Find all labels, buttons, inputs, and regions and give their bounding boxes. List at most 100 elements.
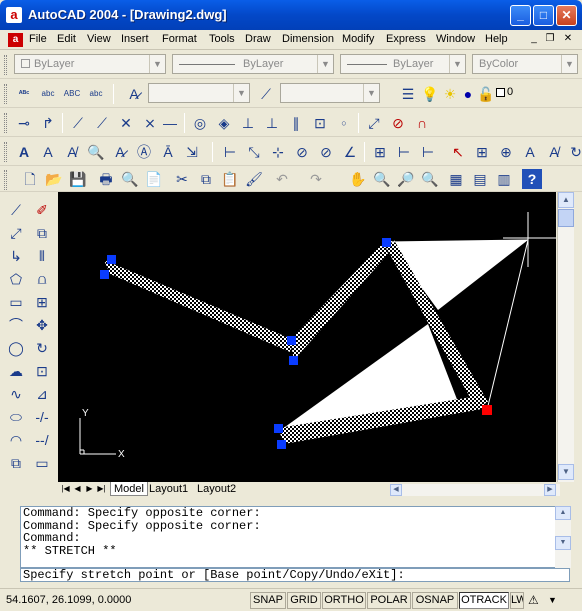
toolbar-grip[interactable]: [4, 142, 7, 162]
snap-apparent-intersection-icon[interactable]: ⨯: [140, 113, 160, 133]
polyline-segment[interactable]: [290, 242, 388, 360]
dimension-update-icon[interactable]: ↻: [566, 142, 582, 162]
snap-toggle[interactable]: SNAP: [250, 592, 286, 609]
plot-icon[interactable]: 🖶: [96, 169, 116, 189]
redo-icon[interactable]: ↷: [306, 169, 326, 189]
menu-insert[interactable]: Insert: [121, 33, 149, 45]
rotate-icon[interactable]: ↻: [32, 338, 52, 358]
text-icon[interactable]: A: [38, 142, 58, 162]
new-drawing-icon[interactable]: 🗋: [20, 169, 40, 189]
lwt-toggle[interactable]: LWT: [510, 592, 524, 609]
title-bar[interactable]: a AutoCAD 2004 - [Drawing2.dwg] _ □ ✕: [0, 0, 582, 30]
edit-text-icon[interactable]: abc: [86, 84, 106, 104]
coordinate-display[interactable]: 54.1607, 26.1099, 0.0000: [6, 592, 131, 609]
grip[interactable]: [274, 424, 283, 433]
layer-on-icon[interactable]: 💡: [420, 84, 440, 104]
polyline-segment[interactable]: [104, 260, 294, 352]
snap-parallel-icon[interactable]: ∥: [286, 113, 306, 133]
copy-icon[interactable]: ⧉: [196, 169, 216, 189]
snap-intersection-icon[interactable]: ✕: [116, 113, 136, 133]
array-icon[interactable]: ⊞: [32, 292, 52, 312]
line-icon[interactable]: ⟋: [6, 200, 26, 220]
open-drawing-icon[interactable]: 📂: [44, 169, 64, 189]
tolerance-icon[interactable]: ⊞: [472, 142, 492, 162]
diameter-dimension-icon[interactable]: ⊘: [316, 142, 336, 162]
snap-from-icon[interactable]: ↱: [38, 113, 58, 133]
grip[interactable]: [287, 336, 296, 345]
snap-quadrant-icon[interactable]: ◈: [214, 113, 234, 133]
baseline-dimension-icon[interactable]: ⊢: [394, 142, 414, 162]
scroll-left-arrow-icon[interactable]: ◀: [390, 484, 402, 496]
grid-toggle[interactable]: GRID: [287, 592, 321, 609]
snap-center-icon[interactable]: ◎: [190, 113, 210, 133]
move-icon[interactable]: ✥: [32, 315, 52, 335]
lock-icon[interactable]: ●: [458, 84, 478, 104]
dimension-style-icon[interactable]: ⟋: [256, 84, 276, 104]
circle-icon[interactable]: ◯: [6, 338, 26, 358]
scale-icon[interactable]: ⊡: [32, 361, 52, 381]
toolbar-grip[interactable]: [4, 113, 7, 133]
minimize-button[interactable]: _: [510, 5, 531, 26]
dimension-edit-icon[interactable]: A: [520, 142, 540, 162]
first-tab-icon[interactable]: |◀: [60, 483, 71, 495]
undo-icon[interactable]: ↶: [272, 169, 292, 189]
stretch-icon[interactable]: ⊿: [32, 384, 52, 404]
plot-preview-icon[interactable]: 🔍: [120, 169, 140, 189]
break-icon[interactable]: ▭: [32, 453, 52, 473]
mdi-close-button[interactable]: ✕: [561, 33, 575, 47]
ortho-toggle[interactable]: ORTHO: [322, 592, 366, 609]
tab-layout2[interactable]: Layout2: [194, 482, 239, 496]
find-replace-icon[interactable]: abc: [38, 84, 58, 104]
linetype-control[interactable]: ByLayer ▼: [172, 54, 334, 74]
horizontal-scrollbar[interactable]: ◀ ▶: [390, 484, 560, 496]
grip[interactable]: [100, 270, 109, 279]
drawing-svg[interactable]: Y X: [58, 192, 556, 482]
spline-icon[interactable]: ∿: [6, 384, 26, 404]
ordinate-dimension-icon[interactable]: ⊹: [268, 142, 288, 162]
grip[interactable]: [107, 255, 116, 264]
insert-block-icon[interactable]: ⧉: [6, 453, 26, 473]
zoom-window-icon[interactable]: 🔎: [396, 169, 416, 189]
convert-distance-icon[interactable]: ⇲: [182, 142, 202, 162]
menu-edit[interactable]: Edit: [57, 33, 76, 45]
grip[interactable]: [277, 440, 286, 449]
linear-dimension-icon[interactable]: ⊢: [220, 142, 240, 162]
scroll-thumb[interactable]: [558, 209, 574, 227]
layer-unlock-icon[interactable]: 🔓: [476, 84, 496, 104]
offset-icon[interactable]: ⩍: [32, 269, 52, 289]
ellipse-icon[interactable]: ⬭: [6, 407, 26, 427]
menu-draw[interactable]: Draw: [245, 33, 271, 45]
find-icon[interactable]: 🔍: [86, 142, 106, 162]
polar-toggle[interactable]: POLAR: [367, 592, 411, 609]
arc-icon[interactable]: ⌒: [6, 315, 26, 335]
angular-dimension-icon[interactable]: ∠: [340, 142, 360, 162]
command-scrollbar[interactable]: ▲ ▼: [555, 506, 571, 568]
drawing-canvas[interactable]: Y X: [58, 192, 556, 482]
design-center-icon[interactable]: ▤: [470, 169, 490, 189]
scroll-right-arrow-icon[interactable]: ▶: [544, 484, 556, 496]
center-mark-icon[interactable]: ⊕: [496, 142, 516, 162]
publish-icon[interactable]: 📄: [144, 169, 164, 189]
scale-text-icon[interactable]: Ⓐ: [134, 142, 154, 162]
paste-icon[interactable]: 📋: [220, 169, 240, 189]
freeze-icon[interactable]: ☀: [440, 84, 460, 104]
status-menu-arrow-icon[interactable]: ▼: [548, 593, 560, 607]
quick-dimension-icon[interactable]: ⊞: [370, 142, 390, 162]
snap-extension-icon[interactable]: —: [160, 113, 180, 133]
snap-tangent-icon[interactable]: ⊥: [238, 113, 258, 133]
osnap-settings-icon[interactable]: ∩: [412, 113, 432, 133]
text-style-icon[interactable]: A̷: [110, 142, 130, 162]
grip[interactable]: [382, 238, 391, 247]
menu-help[interactable]: Help: [485, 33, 508, 45]
document-icon[interactable]: a: [8, 33, 23, 47]
polygon-icon[interactable]: ⬠: [6, 269, 26, 289]
lineweight-control[interactable]: ByLayer ▼: [340, 54, 466, 74]
scroll-down-arrow-icon[interactable]: ▼: [555, 536, 571, 550]
close-button[interactable]: ✕: [556, 5, 577, 26]
color-control[interactable]: ByLayer ▼: [14, 54, 166, 74]
command-history[interactable]: Command: Specify opposite corner: Comman…: [20, 506, 570, 568]
erase-icon[interactable]: ✐: [32, 200, 52, 220]
snap-endpoint-icon[interactable]: ⟋: [68, 113, 88, 133]
toolbar-grip[interactable]: [4, 84, 7, 104]
properties-icon[interactable]: ▦: [446, 169, 466, 189]
